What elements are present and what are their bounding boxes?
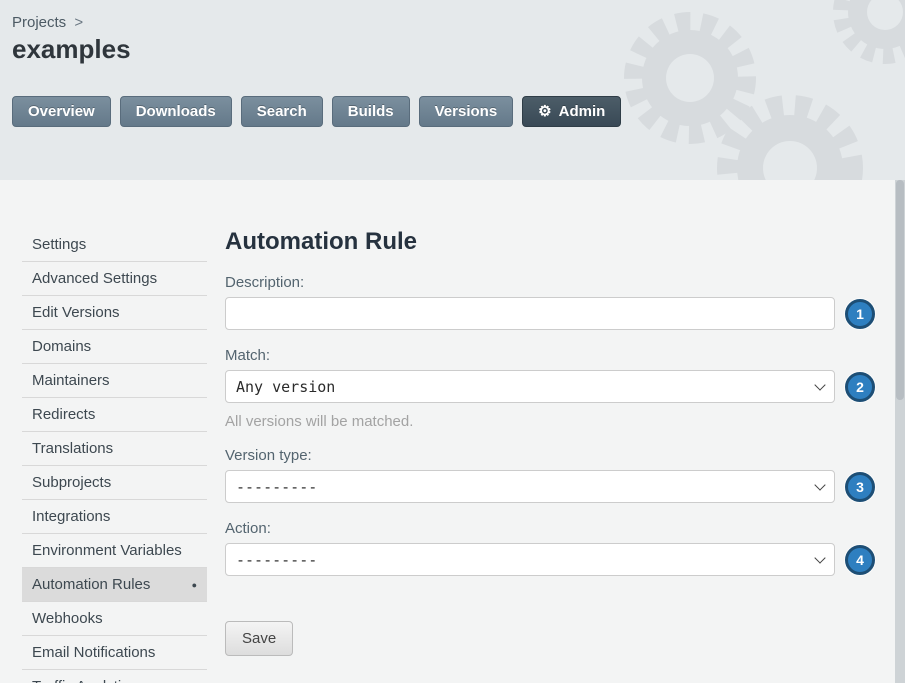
breadcrumb-projects-link[interactable]: Projects [12,14,66,31]
tab-admin[interactable]: ⚙ Admin [522,96,621,127]
sidebar-item-label: Webhooks [32,610,103,627]
automation-rule-form: Automation Rule Description: 1 Match: An… [225,228,835,683]
match-select-value: Any version [236,378,335,396]
match-select[interactable]: Any version [225,370,835,403]
sidebar-item-redirects[interactable]: Redirects [22,398,207,432]
page: Projects > examples Overview Downloads S… [0,0,905,683]
sidebar-item-label: Maintainers [32,372,110,389]
sidebar-item-label: Email Notifications [32,644,155,661]
tab-builds[interactable]: Builds [332,96,410,127]
sidebar-item-label: Edit Versions [32,304,120,321]
tab-downloads[interactable]: Downloads [120,96,232,127]
description-field: Description: 1 [225,274,835,330]
scrollbar-thumb[interactable] [896,180,904,400]
match-field: Match: Any version 2 All versions will b… [225,347,835,430]
sidebar-item-subprojects[interactable]: Subprojects [22,466,207,500]
chevron-down-icon [814,379,825,390]
sidebar-item-label: Advanced Settings [32,270,157,287]
sidebar-item-label: Translations [32,440,113,457]
active-item-bullet: ● [192,580,197,590]
sidebar-item-label: Subprojects [32,474,111,491]
description-label: Description: [225,274,835,291]
action-label: Action: [225,520,835,537]
sidebar-item-environment-variables[interactable]: Environment Variables [22,534,207,568]
match-help-text: All versions will be matched. [225,413,835,430]
action-field: Action: --------- 4 [225,520,835,576]
sidebar-item-traffic-analytics[interactable]: Traffic Analytics [22,670,207,683]
annotation-badge-2: 2 [845,372,875,402]
description-input[interactable] [225,297,835,330]
sidebar-item-label: Domains [32,338,91,355]
sidebar-item-label: Traffic Analytics [32,678,136,683]
action-select[interactable]: --------- [225,543,835,576]
page-title: Automation Rule [225,228,835,256]
tab-search[interactable]: Search [241,96,323,127]
tab-versions[interactable]: Versions [419,96,514,127]
sidebar-item-email-notifications[interactable]: Email Notifications [22,636,207,670]
annotation-badge-3: 3 [845,472,875,502]
sidebar-item-advanced-settings[interactable]: Advanced Settings [22,262,207,296]
version-type-label: Version type: [225,447,835,464]
action-select-value: --------- [236,551,317,569]
project-nav: Overview Downloads Search Builds Version… [12,96,621,127]
admin-sidebar: Settings Advanced Settings Edit Versions… [22,228,207,683]
annotation-badge-1: 1 [845,299,875,329]
sidebar-item-domains[interactable]: Domains [22,330,207,364]
sidebar-item-maintainers[interactable]: Maintainers [22,364,207,398]
sidebar-item-automation-rules[interactable]: Automation Rules ● [22,568,207,602]
project-title: examples [12,34,131,65]
chevron-down-icon [814,552,825,563]
match-label: Match: [225,347,835,364]
scrollbar[interactable] [895,180,905,683]
sidebar-item-label: Settings [32,236,86,253]
version-type-select-value: --------- [236,478,317,496]
gear-icon: ⚙ [538,104,551,119]
sidebar-item-integrations[interactable]: Integrations [22,500,207,534]
sidebar-item-translations[interactable]: Translations [22,432,207,466]
sidebar-item-label: Automation Rules [32,576,150,593]
sidebar-item-settings[interactable]: Settings [22,228,207,262]
chevron-down-icon [814,479,825,490]
admin-content: Settings Advanced Settings Edit Versions… [0,180,895,683]
tab-admin-label: Admin [559,103,606,120]
sidebar-item-webhooks[interactable]: Webhooks [22,602,207,636]
sidebar-item-edit-versions[interactable]: Edit Versions [22,296,207,330]
version-type-field: Version type: --------- 3 [225,447,835,503]
annotation-badge-4: 4 [845,545,875,575]
sidebar-item-label: Environment Variables [32,542,182,559]
breadcrumb: Projects > [12,14,83,31]
breadcrumb-separator: > [74,14,83,31]
save-button[interactable]: Save [225,621,293,656]
gear-decoration [585,0,905,180]
sidebar-item-label: Integrations [32,508,110,525]
tab-overview[interactable]: Overview [12,96,111,127]
project-header: Projects > examples Overview Downloads S… [0,0,905,180]
version-type-select[interactable]: --------- [225,470,835,503]
sidebar-item-label: Redirects [32,406,95,423]
